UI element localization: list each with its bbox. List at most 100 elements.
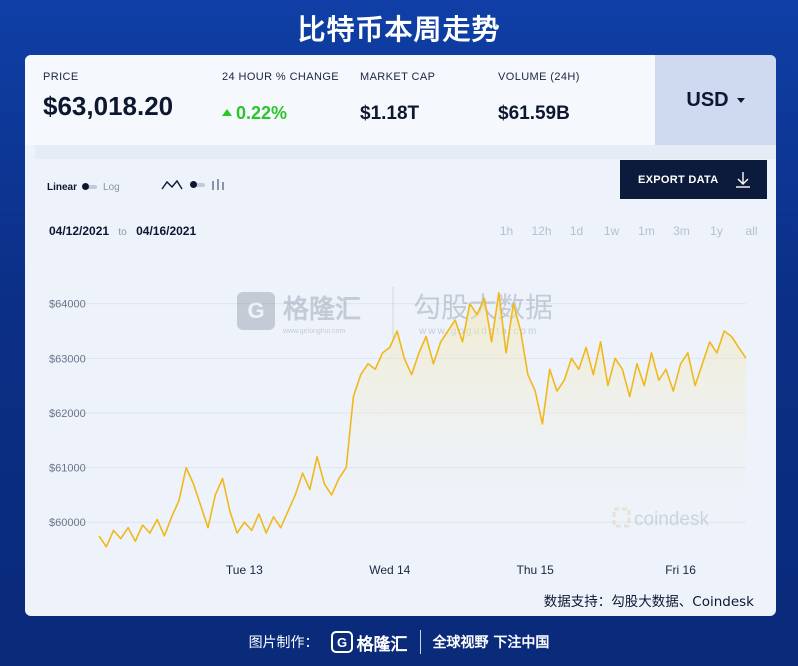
- data-point: [229, 510, 231, 512]
- data-point: [200, 505, 202, 507]
- data-point: [185, 467, 187, 469]
- x-tick-label: Thu 15: [517, 563, 555, 577]
- data-point: [251, 529, 253, 531]
- data-point: [127, 527, 129, 529]
- price-chart: G 格隆汇 www.gelonghui.com 勾股大数据 www.goguda…: [47, 287, 747, 577]
- data-point: [207, 527, 209, 529]
- data-point: [338, 478, 340, 480]
- data-point: [687, 352, 689, 354]
- data-point: [156, 519, 158, 521]
- data-point: [265, 532, 267, 534]
- data-point: [549, 368, 551, 370]
- data-point: [352, 396, 354, 398]
- data-point: [222, 478, 224, 480]
- banner-title: 比特币本周走势: [297, 13, 501, 46]
- data-point: [541, 423, 543, 425]
- data-point: [294, 494, 296, 496]
- data-point: [389, 346, 391, 348]
- data-point: [527, 374, 529, 376]
- data-point: [418, 352, 420, 354]
- data-point: [411, 374, 413, 376]
- data-point: [105, 546, 107, 548]
- data-point: [651, 352, 653, 354]
- data-point: [745, 357, 747, 359]
- x-tick-label: Tue 13: [226, 563, 263, 577]
- x-tick-label: Fri 16: [665, 563, 696, 577]
- data-point: [396, 330, 398, 332]
- data-point: [134, 540, 136, 542]
- data-point: [323, 483, 325, 485]
- data-point: [447, 330, 449, 332]
- data-point: [214, 494, 216, 496]
- data-point: [302, 472, 304, 474]
- data-point: [672, 390, 674, 392]
- y-tick-label: $60000: [49, 517, 86, 529]
- data-point: [578, 368, 580, 370]
- data-point: [731, 336, 733, 338]
- data-point: [440, 341, 442, 343]
- x-tick-label: Wed 14: [369, 563, 410, 577]
- footer-label: 图片制作：: [248, 635, 319, 651]
- data-point: [171, 516, 173, 518]
- y-tick-label: $63000: [49, 353, 86, 365]
- footer-slogan: 全球视野 下注中国: [432, 635, 550, 651]
- chart-card: PRICE $63,018.20 24 HOUR % CHANGE 0.22% …: [25, 55, 776, 616]
- svg-text:G: G: [337, 635, 347, 650]
- data-point: [701, 363, 703, 365]
- data-point: [367, 363, 369, 365]
- data-point: [723, 330, 725, 332]
- data-point: [236, 532, 238, 534]
- gelonghui-watermark-url: www.gelonghui.com: [282, 328, 345, 335]
- data-point: [273, 516, 275, 518]
- data-point: [556, 390, 558, 392]
- data-point: [571, 357, 573, 359]
- data-point: [600, 341, 602, 343]
- gelonghui-watermark: G 格隆汇 www.gelonghui.com: [237, 292, 361, 335]
- data-point: [454, 319, 456, 321]
- y-tick-label: $64000: [49, 299, 86, 311]
- data-point: [658, 379, 660, 381]
- data-point: [491, 341, 493, 343]
- footer: 图片制作： G 格隆汇 全球视野 下注中国: [0, 624, 798, 660]
- data-point: [462, 341, 464, 343]
- data-point: [614, 357, 616, 359]
- data-point: [280, 527, 282, 529]
- data-point: [243, 521, 245, 523]
- data-point: [607, 385, 609, 387]
- data-point: [738, 346, 740, 348]
- data-point: [665, 368, 667, 370]
- y-tick-label: $62000: [49, 408, 86, 420]
- data-point: [716, 352, 718, 354]
- data-point: [643, 385, 645, 387]
- data-point: [512, 303, 514, 305]
- data-point: [432, 363, 434, 365]
- data-point: [331, 494, 333, 496]
- data-source-note: 数据支持：勾股大数据、Coindesk: [543, 594, 754, 610]
- data-point: [476, 314, 478, 316]
- data-point: [403, 357, 405, 359]
- data-point: [621, 368, 623, 370]
- data-point: [469, 303, 471, 305]
- data-point: [316, 456, 318, 458]
- data-point: [694, 385, 696, 387]
- data-point: [534, 390, 536, 392]
- data-point: [258, 513, 260, 515]
- data-point: [483, 297, 485, 299]
- data-point: [585, 346, 587, 348]
- data-point: [113, 529, 115, 531]
- data-point: [709, 341, 711, 343]
- data-point: [98, 535, 100, 537]
- data-point: [382, 352, 384, 354]
- y-tick-label: $61000: [49, 463, 86, 475]
- data-point: [149, 532, 151, 534]
- footer-divider: [419, 630, 421, 654]
- data-point: [193, 483, 195, 485]
- gelonghui-logo-icon: G: [330, 631, 353, 653]
- data-point: [120, 538, 122, 540]
- data-point: [629, 396, 631, 398]
- data-point: [680, 363, 682, 365]
- data-point: [287, 510, 289, 512]
- data-point: [360, 374, 362, 376]
- data-point: [178, 499, 180, 501]
- data-point: [425, 336, 427, 338]
